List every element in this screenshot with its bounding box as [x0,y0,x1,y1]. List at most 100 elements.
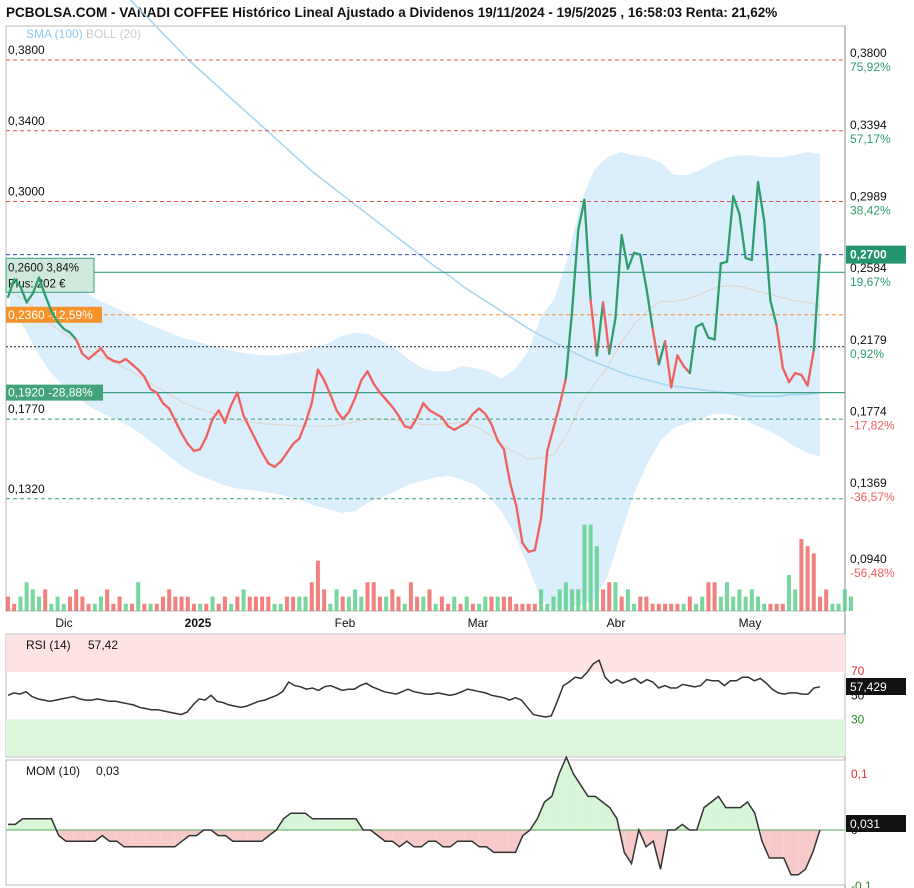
month-label: May [739,616,762,630]
volume-bar [619,596,624,611]
rsi-oversold-zone [6,719,845,756]
volume-bar [526,603,531,611]
volume-bar [216,603,221,611]
volume-bar [179,596,184,611]
right-price-label: 0,3394 [850,118,887,132]
month-label: 2025 [185,616,212,630]
volume-bar [129,603,134,611]
volume-bar [811,553,816,611]
volume-bar [818,596,822,611]
volume-bar [718,596,723,611]
volume-bar [836,603,841,611]
volume-bar [520,603,525,611]
mom-fill [189,830,197,836]
left-level-label: 0,1770 [8,402,45,416]
volume-bar [669,603,674,611]
mom-fill [240,830,248,842]
volume-bar [483,596,488,611]
buy-box-price: 0,2600 3,84% [8,262,79,274]
mom-level-bottom: -0,1 [851,879,872,888]
volume-bar [681,603,686,611]
volume-bar [625,589,630,611]
bollinger-band [10,152,820,609]
rsi-value: 57,42 [88,638,118,652]
mom-fill [312,818,320,830]
volume-bar [563,582,568,611]
left-level-label: 0,3000 [8,185,45,199]
mom-level-top: 0,1 [851,767,868,781]
volume-bar [98,596,103,611]
rsi-label: RSI (14) [26,638,71,652]
volume-bar [656,603,661,611]
volume-bar [340,596,345,611]
month-label: Dic [55,616,72,630]
volume-bar [346,596,351,611]
right-pct-label: -17,82% [850,418,895,432]
left-level-label: 0,1320 [8,482,45,496]
mom-fill [566,757,574,830]
volume-bar [687,596,692,611]
volume-bar [74,589,79,611]
mom-fill [22,818,30,830]
mom-fill [145,830,153,847]
rsi-current-label: 57,429 [850,680,887,694]
mom-fill [290,813,298,830]
volume-bar [737,589,742,611]
volume-bar [384,596,389,611]
volume-bar [830,603,835,611]
price-chart: 0,3800 0,3400 0,3000 0,1770 0,1320 0,2600 3,8… [5,0,906,888]
mom-fill [385,830,393,842]
right-price-label: 0,1774 [850,404,887,418]
volume-bar [452,596,457,611]
volume-bar [489,596,494,611]
left-level-label: 0,3800 [8,43,45,57]
volume-bar [322,589,327,611]
volume-bar [415,596,420,611]
volume-bar [123,603,128,611]
volume-bar [532,603,537,611]
mom-fill [124,830,132,847]
volume-bar [86,603,91,611]
mom-fill [443,830,451,847]
volume-bar [514,603,519,611]
volume-bar [359,596,364,611]
volume-bar [303,596,308,611]
volume-bar [210,596,215,611]
right-price-label: 0,2989 [850,189,887,203]
volume-bar [6,596,10,611]
mom-fill [131,830,139,847]
mom-fill [414,830,422,847]
mom-fill [559,757,567,830]
right-price-label: 0,0940 [850,552,887,566]
mom-fill [791,830,799,875]
mom-fill [232,830,240,842]
mom-fill [588,796,596,830]
volume-bar [613,582,618,611]
volume-bar [309,582,314,611]
left-level-label: 0,3400 [8,114,45,128]
mom-fill [109,830,117,842]
volume-bar [731,596,736,611]
volume-bar [111,603,116,611]
month-label: Abr [607,616,626,630]
volume-bar [18,596,23,611]
mom-fill [769,830,777,858]
volume-bar [706,582,711,611]
mom-fill [80,830,88,842]
mom-fill [428,830,436,842]
volume-bar [43,589,48,611]
volume-bar [36,596,41,611]
volume-bar [824,589,829,611]
volume-bar [315,560,320,611]
volume-bar [774,603,779,611]
rsi-overbought-zone [6,635,845,673]
volume-bar [694,603,699,611]
mom-line [8,755,821,876]
volume-bar [148,603,153,611]
volume-bar [67,596,72,611]
volume-bar [278,603,283,611]
volume-bar [30,589,35,611]
volume-bar [365,582,370,611]
volume-bar [439,596,444,611]
volume-bar [508,596,513,611]
